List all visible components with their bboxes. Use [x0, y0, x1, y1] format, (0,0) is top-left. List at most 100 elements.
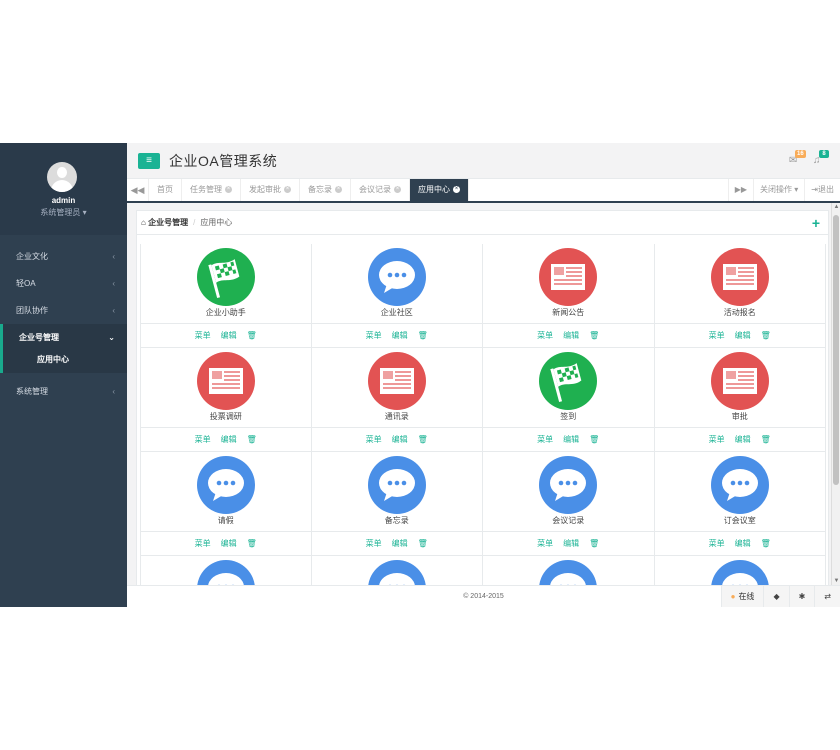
chat-bubble-icon[interactable] [367, 248, 426, 306]
tab-0[interactable]: 首页 [149, 179, 182, 201]
menu-link[interactable]: 菜单 [366, 331, 382, 340]
edit-link[interactable]: 编辑 [221, 435, 237, 444]
menu-link[interactable]: 菜单 [537, 435, 553, 444]
menu-link[interactable]: 菜单 [709, 435, 725, 444]
sidebar-item-culture[interactable]: 企业文化 ‹ [0, 243, 127, 270]
scroll-up-icon[interactable]: ▲ [832, 204, 840, 210]
breadcrumb-home[interactable]: 企业号管理 [148, 218, 188, 227]
menu-link[interactable]: 菜单 [195, 435, 211, 444]
chat-bubble-icon[interactable] [197, 560, 255, 585]
close-tab-icon[interactable]: × [225, 186, 232, 194]
menu-link[interactable]: 菜单 [366, 435, 382, 444]
user-role-dropdown[interactable]: 系统管理员 ▾ [0, 207, 127, 218]
chat-button[interactable]: ◆ [763, 586, 789, 607]
trash-icon[interactable]: 🗑 [761, 539, 771, 548]
scroll-down-icon[interactable]: ▼ [832, 578, 840, 584]
edit-link[interactable]: 编辑 [221, 331, 237, 340]
scrollbar[interactable]: ▲ ▼ [831, 203, 840, 585]
trash-icon[interactable]: 🗑 [589, 539, 599, 548]
online-status-button[interactable]: ● 在线 [720, 586, 764, 607]
app-name: 签到 [560, 412, 577, 421]
flag-icon[interactable] [539, 352, 597, 410]
trash-icon[interactable]: 🗑 [589, 435, 599, 444]
sidebar-item-system[interactable]: 系统管理 ‹ [0, 378, 127, 405]
sidebar-item-label: 企业号管理 [19, 333, 59, 342]
chat-bubble-icon[interactable] [539, 560, 597, 585]
tab-2[interactable]: 发起审批 × [241, 179, 300, 201]
avatar[interactable] [47, 162, 77, 192]
sidebar-subitem-app-center[interactable]: 应用中心 [0, 351, 127, 373]
menu-toggle-button[interactable]: ≡ [138, 153, 160, 169]
close-tab-icon[interactable]: × [394, 186, 401, 194]
chat-bubble-icon[interactable] [710, 560, 769, 585]
edit-link[interactable]: 编辑 [392, 435, 408, 444]
menu-link[interactable]: 菜单 [709, 539, 725, 548]
trash-icon[interactable]: 🗑 [418, 539, 428, 548]
trash-icon[interactable]: 🗑 [589, 331, 599, 340]
trash-icon[interactable]: 🗑 [247, 331, 257, 340]
edit-link[interactable]: 编辑 [563, 331, 579, 340]
app-card: 审批 菜单 编辑 🗑 [654, 348, 826, 452]
chat-bubble-icon[interactable] [367, 456, 426, 514]
close-ops-dropdown[interactable]: 关闭操作 ▾ [753, 179, 804, 201]
sidebar-item-team[interactable]: 团队协作 ‹ [0, 297, 127, 324]
news-icon[interactable] [539, 248, 597, 306]
menu-link[interactable]: 菜单 [366, 539, 382, 548]
trash-icon[interactable]: 🗑 [761, 331, 771, 340]
menu-link[interactable]: 菜单 [537, 331, 553, 340]
tab-scroll-left-icon[interactable]: ◀◀ [127, 179, 149, 201]
news-icon[interactable] [367, 352, 426, 410]
trash-icon[interactable]: 🗑 [418, 331, 428, 340]
bell-icon[interactable]: ♫ 8 [813, 150, 829, 167]
chat-bubble-icon[interactable] [539, 456, 597, 514]
menu-link[interactable]: 菜单 [195, 331, 211, 340]
app-card [312, 556, 483, 585]
sidebar-item-label: 企业文化 [16, 252, 48, 261]
edit-link[interactable]: 编辑 [392, 539, 408, 548]
edit-link[interactable]: 编辑 [392, 331, 408, 340]
edit-link[interactable]: 编辑 [735, 331, 751, 340]
menu-link[interactable]: 菜单 [537, 539, 553, 548]
caret-down-icon: ▾ [794, 185, 799, 194]
edit-link[interactable]: 编辑 [221, 539, 237, 548]
edit-link[interactable]: 编辑 [563, 539, 579, 548]
app-name: 活动报名 [723, 308, 756, 317]
news-icon[interactable] [710, 352, 769, 410]
mail-count-badge: 16 [795, 150, 806, 158]
menu-link[interactable]: 菜单 [709, 331, 725, 340]
close-tab-icon[interactable]: × [284, 186, 291, 194]
trash-icon[interactable]: 🗑 [418, 435, 428, 444]
edit-link[interactable]: 编辑 [735, 539, 751, 548]
tab-5[interactable]: 应用中心 × [410, 179, 469, 201]
flag-icon[interactable] [197, 248, 255, 306]
close-tab-icon[interactable]: × [453, 186, 460, 194]
menu-link[interactable]: 菜单 [195, 539, 211, 548]
news-icon[interactable] [197, 352, 255, 410]
sidebar-item-enterprise[interactable]: 企业号管理 ⌄ [0, 324, 127, 351]
sidebar-item-label: 系统管理 [16, 387, 48, 396]
tab-1[interactable]: 任务管理 × [182, 179, 241, 201]
tab-4[interactable]: 会议记录 × [351, 179, 410, 201]
tab-scroll-right-icon[interactable]: ▶▶ [727, 179, 753, 201]
scroll-thumb[interactable] [833, 215, 839, 485]
logout-button[interactable]: ⇥退出 [804, 179, 840, 201]
app-card: 签到菜单 编辑 🗑 [483, 348, 655, 452]
sidebar-item-oa[interactable]: 轻OA ‹ [0, 270, 127, 297]
news-icon[interactable] [710, 248, 769, 306]
tab-3[interactable]: 备忘录 × [300, 179, 351, 201]
chat-bubble-icon[interactable] [710, 456, 769, 514]
close-tab-icon[interactable]: × [335, 186, 342, 194]
trash-icon[interactable]: 🗑 [247, 539, 257, 548]
edit-link[interactable]: 编辑 [735, 435, 751, 444]
mail-icon[interactable]: ✉ 16 [789, 150, 806, 167]
app-card: 备忘录 菜单 编辑 🗑 [311, 452, 483, 556]
chat-bubble-icon[interactable] [197, 456, 255, 514]
settings-button[interactable]: ✱ [788, 586, 815, 607]
add-app-button[interactable]: + [812, 211, 820, 235]
trash-icon[interactable]: 🗑 [247, 435, 257, 444]
switch-button[interactable]: ⇄ [814, 586, 840, 607]
trash-icon[interactable]: 🗑 [761, 435, 771, 444]
edit-link[interactable]: 编辑 [563, 435, 579, 444]
app-actions: 菜单 编辑 🗑 [311, 323, 482, 348]
chat-bubble-icon[interactable] [367, 560, 426, 585]
